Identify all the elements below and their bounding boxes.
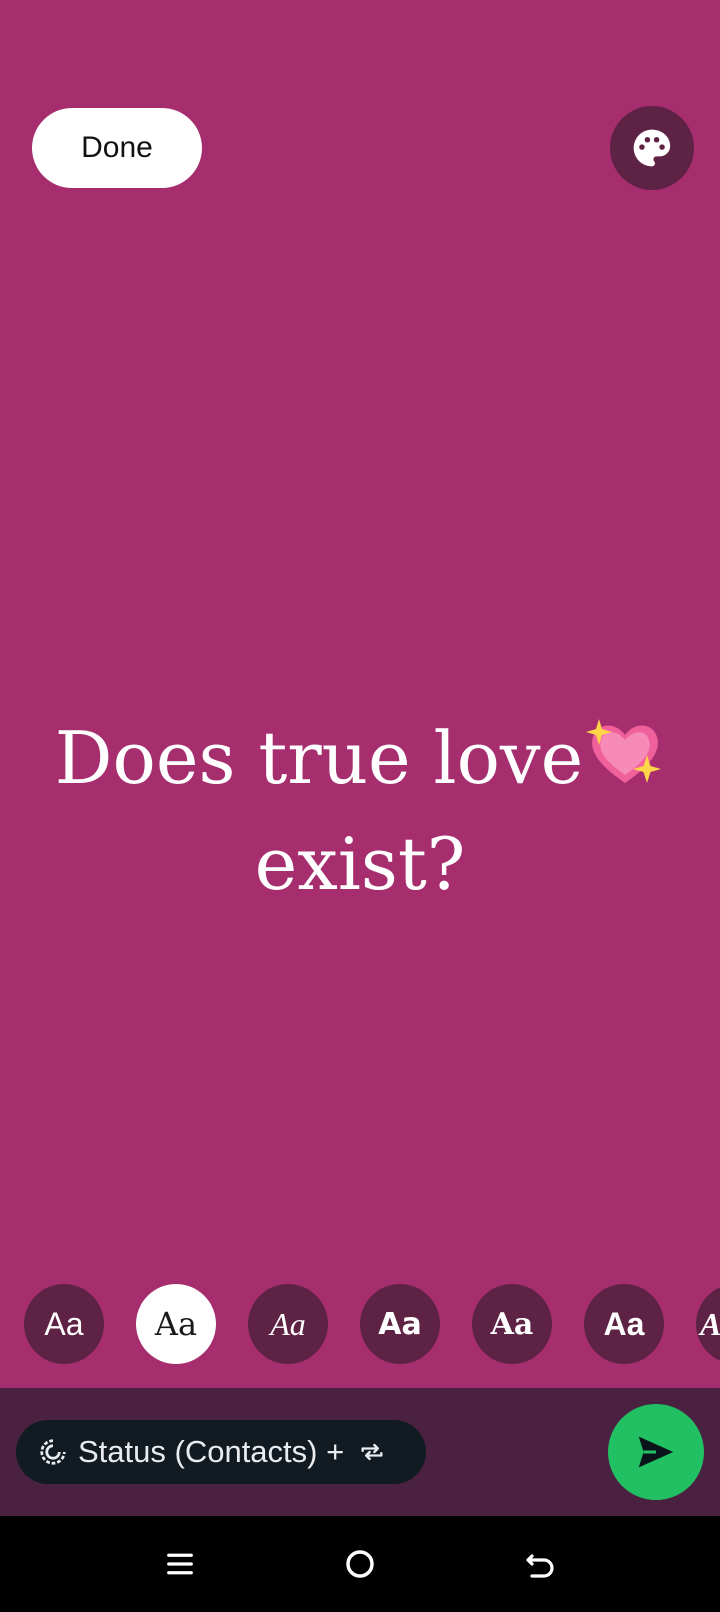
back-icon	[526, 1554, 554, 1578]
font-option-script[interactable]: Aa	[248, 1284, 328, 1364]
repeat-icon	[358, 1438, 386, 1466]
status-text-line1: Does true love	[54, 716, 584, 800]
bottom-bar: Status (Contacts) +	[0, 1388, 720, 1516]
menu-icon	[167, 1553, 193, 1575]
send-button[interactable]	[608, 1404, 704, 1500]
sparkling-heart-icon	[585, 713, 665, 814]
done-button[interactable]: Done	[32, 108, 202, 188]
font-option-bold[interactable]: Aa	[584, 1284, 664, 1364]
font-option-rounded[interactable]: Aa	[360, 1284, 440, 1364]
status-audience-button[interactable]: Status (Contacts) +	[16, 1420, 426, 1484]
color-palette-button[interactable]	[610, 106, 694, 190]
font-option-slab[interactable]: Aa	[472, 1284, 552, 1364]
font-option-sans[interactable]: Aa	[24, 1284, 104, 1364]
status-text[interactable]: Does true love exist?	[30, 708, 690, 914]
send-icon	[638, 1436, 674, 1468]
font-option-serif[interactable]: Aa	[136, 1284, 216, 1364]
home-button[interactable]	[338, 1542, 382, 1586]
system-navigation-bar	[0, 1516, 720, 1612]
recent-apps-button[interactable]	[158, 1542, 202, 1586]
status-text-line2: exist?	[254, 822, 466, 906]
back-button[interactable]	[518, 1542, 562, 1586]
audience-label: Status (Contacts) +	[78, 1434, 345, 1469]
font-option-partial[interactable]: Aa	[696, 1284, 720, 1364]
status-canvas[interactable]: Done Does true love exist? Aa Aa Aa Aa A…	[0, 0, 720, 1388]
status-ring-icon	[40, 1439, 66, 1465]
font-selector: Aa Aa Aa Aa Aa Aa Aa	[0, 1284, 720, 1364]
palette-icon	[633, 129, 671, 167]
home-circle-icon	[346, 1550, 374, 1578]
